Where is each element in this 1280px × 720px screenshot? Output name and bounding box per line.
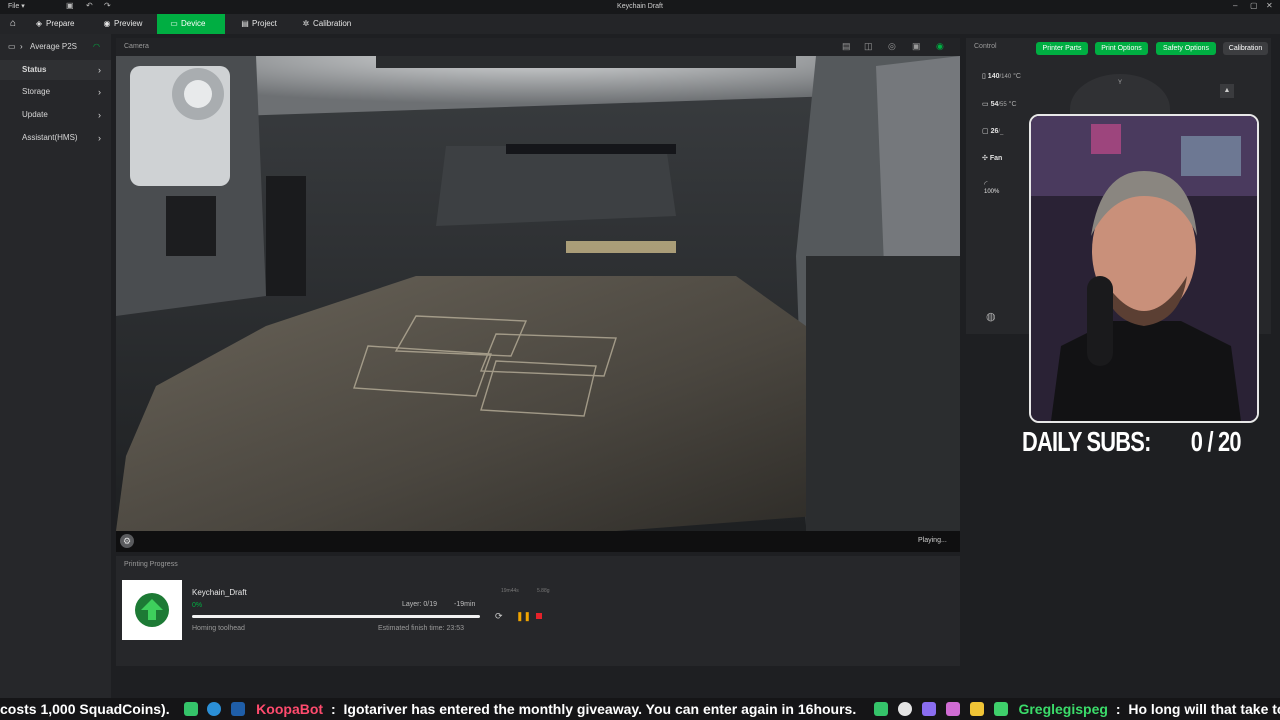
maximize-icon[interactable]: ▢ [1250,1,1258,10]
chat-message-user: Ho long will that take to print? [1128,701,1280,717]
main-nav: ⌂ ◈ Prepare ◉ Preview ▭ Device ▤ Project ✲ Ca… [0,14,1280,34]
progress-bar [192,615,480,618]
tab-preview[interactable]: ◉ Preview [102,14,152,34]
layer-count: Layer: 0/19 [402,601,438,608]
storage-icon[interactable]: ▤ [842,41,851,52]
tab-calibration-control[interactable]: Calibration [1223,42,1268,55]
badge-icon [945,702,960,716]
tab-printer-parts[interactable]: Printer Parts [1036,42,1088,55]
daily-subs-label: DAILY SUBS: [1022,426,1151,457]
emote-icon [874,702,889,716]
emote-icon [207,702,222,716]
control-title: Control [974,43,997,50]
cube-icon: ◈ [35,19,43,28]
project-icon: ▤ [241,19,249,28]
title-bar: File ▾ ▣ ↶ ↷ Keychain Draft – ▢ ✕ [0,0,1280,14]
daily-subs-counter: DAILY SUBS: 0 / 20 [1022,426,1242,458]
chamber-icon: ▢ [982,128,991,135]
webcam-overlay [1029,114,1259,423]
tab-calibration[interactable]: ✲ Calibration [301,14,365,34]
tab-device[interactable]: ▭ Device [157,14,225,34]
extruder-icon[interactable]: ◍ [986,310,996,323]
sidebar-item-status[interactable]: Status › [0,60,111,80]
camera-panel: Camera ▤ ◫ ◎ ▣ ◉ ⚙ Playing... [116,38,960,552]
sidebar-item-storage[interactable]: Storage › [0,82,111,102]
fan-icon: ✣ [982,155,990,162]
jog-y-label: Y [1118,80,1123,86]
daily-subs-value: 0 / 20 [1190,426,1242,457]
emote-icon [183,702,198,716]
printing-progress-panel: Printing Progress Keychain_Draft 0% Laye… [116,556,960,666]
chat-ticker: costs 1,000 SquadCoins). KoopaBot : Igot… [0,698,1280,720]
print-stage: Homing toolhead [192,625,245,632]
job-name: Keychain_Draft [192,588,247,597]
badge-icon [969,702,984,716]
record-icon[interactable]: ◎ [888,41,896,52]
camera-status: Playing... [918,537,947,544]
stop-icon[interactable] [536,613,542,619]
printer-name: Average P2S [30,42,77,51]
live-icon[interactable]: ◉ [936,41,944,52]
wifi-icon: ◠ [93,42,100,51]
home-icon[interactable]: ⌂ [6,14,20,34]
camera-header: Camera ▤ ◫ ◎ ▣ ◉ [116,38,960,56]
chat-username-bot: KoopaBot [256,701,324,717]
camera-title: Camera [124,43,149,50]
filament-weight: 5.88g [537,588,550,594]
camera-feed [116,56,960,531]
chevron-right-icon: › [98,133,101,143]
sidebar-item-update[interactable]: Update › [0,105,111,125]
minimize-icon[interactable]: – [1233,1,1237,10]
nozzle-temp-row[interactable]: ▯ 140/140 °C [982,72,1021,80]
badge-icon [921,702,936,716]
model-thumbnail-icon [135,593,169,627]
chat-message-bot: Igotariver has entered the monthly givea… [343,701,857,717]
chat-username-user: Greglegispeg [1018,701,1108,717]
pause-icon[interactable]: ❚❚ [516,611,531,622]
timelapse-icon[interactable]: ▣ [912,41,921,52]
chevron-right-icon: › [98,65,101,75]
time-remaining: -19min [454,601,476,608]
device-icon: ▭ [170,19,178,28]
printer-selector[interactable]: ▭ › Average P2S ◠ [0,40,111,54]
emote-icon [898,702,912,716]
calibration-icon: ✲ [302,19,310,28]
estimated-finish: Estimated finish time: 23:53 [378,625,464,632]
streamer-webcam-image [1031,116,1257,421]
refresh-icon[interactable]: ⟳ [495,611,503,622]
video-icon[interactable]: ◫ [864,41,873,52]
bed-temp-row[interactable]: ▭ 54/55 °C [982,100,1017,108]
job-percent: 0% [192,602,203,609]
badge-icon [231,702,246,716]
device-sidebar: ▭ › Average P2S ◠ Status › Storage › Updat… [0,34,111,700]
tab-print-options[interactable]: Print Options [1095,42,1148,55]
chevron-right-icon: › [98,87,101,97]
tab-prepare[interactable]: ◈ Prepare [34,14,94,34]
z-up-button[interactable]: ▲ [1220,84,1234,98]
chamber-temp-row[interactable]: ▢ 26/_ [982,127,1003,135]
ticker-lead: costs 1,000 SquadCoins). [0,701,170,717]
speed-value[interactable]: 100% [984,189,999,195]
tab-project[interactable]: ▤ Project [240,14,292,34]
printer-icon: ▭ [8,42,16,51]
window-title: Keychain Draft [617,3,663,10]
job-thumbnail [122,580,182,640]
chevron-right-icon: › [98,110,101,120]
bed-icon: ▭ [982,101,991,108]
fan-control[interactable]: ✣ Fan [982,154,1002,162]
sidebar-item-assistant[interactable]: Assistant(HMS) › [0,128,111,148]
tab-safety-options[interactable]: Safety Options [1156,42,1216,55]
expand-icon: › [20,42,23,51]
settings-icon[interactable]: ⚙ [120,534,134,548]
close-icon[interactable]: ✕ [1266,1,1273,10]
eye-icon: ◉ [103,19,111,28]
progress-title: Printing Progress [124,561,178,568]
print-time: 19m44s [501,588,519,594]
badge-icon [993,702,1008,716]
